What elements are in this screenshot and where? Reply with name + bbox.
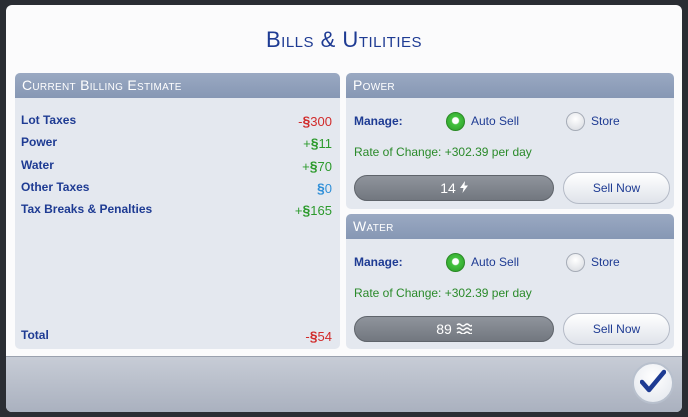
water-meter-value: 89 [436,321,452,337]
bill-row-total: Total -§54 [21,328,332,346]
radio-label: Auto Sell [471,255,520,269]
dialog-title: Bills & Utilities [266,27,422,52]
bill-row-other-taxes: Other Taxes §0 [21,180,332,198]
bill-row-water: Water +§70 [21,158,332,176]
power-auto-sell-radio[interactable]: Auto Sell [446,111,519,131]
power-header: Power [346,73,674,98]
water-store-radio[interactable]: Store [566,252,620,272]
bill-label: Water [21,158,54,172]
water-waves-icon [456,322,473,337]
billing-estimate-panel: Current Billing Estimate Lot Taxes -§300… [15,73,340,349]
bill-row-lot-taxes: Lot Taxes -§300 [21,113,332,131]
radio-label: Store [591,255,620,269]
billing-header: Current Billing Estimate [15,73,340,98]
checkmark-icon [639,369,667,398]
bill-amount: +§70 [302,158,332,174]
bill-amount: +§165 [294,202,332,218]
power-meter: 14 [354,175,554,201]
power-rate-of-change: Rate of Change: +302.39 per day [354,145,532,159]
bill-label: Tax Breaks & Penalties [21,202,153,216]
radio-label: Auto Sell [471,114,520,128]
water-meter: 89 [354,316,554,342]
water-panel: Water Manage: Auto Sell Store Rate of Ch… [346,214,674,349]
bill-label: Power [21,135,58,149]
water-sell-now-button[interactable]: Sell Now [563,313,670,345]
total-label: Total [21,328,49,342]
water-manage-label: Manage: [354,255,403,269]
total-amount: -§54 [305,328,332,344]
power-meter-value: 14 [440,180,456,196]
radio-unselected-icon [566,111,585,131]
lightning-bolt-icon [459,180,468,196]
radio-selected-icon [446,252,465,272]
bill-amount: -§300 [298,113,332,129]
bill-label: Lot Taxes [21,113,77,127]
water-header: Water [346,214,674,239]
bill-label: Other Taxes [21,180,90,194]
power-store-radio[interactable]: Store [566,111,620,131]
radio-label: Store [591,114,620,128]
power-manage-label: Manage: [354,114,403,128]
bills-utilities-dialog: Bills & Utilities Current Billing Estima… [6,5,682,412]
radio-unselected-icon [566,252,585,272]
water-rate-of-change: Rate of Change: +302.39 per day [354,286,532,300]
bill-amount: +§11 [303,135,332,151]
power-sell-now-button[interactable]: Sell Now [563,172,670,204]
dialog-footer [6,356,682,412]
bill-amount: §0 [316,180,332,196]
bill-row-tax-breaks: Tax Breaks & Penalties +§165 [21,202,332,220]
water-auto-sell-radio[interactable]: Auto Sell [446,252,519,272]
bill-row-power: Power +§11 [21,135,332,153]
power-panel: Power Manage: Auto Sell Store Rate of Ch… [346,73,674,209]
radio-selected-icon [446,111,465,131]
confirm-button[interactable] [632,362,674,404]
